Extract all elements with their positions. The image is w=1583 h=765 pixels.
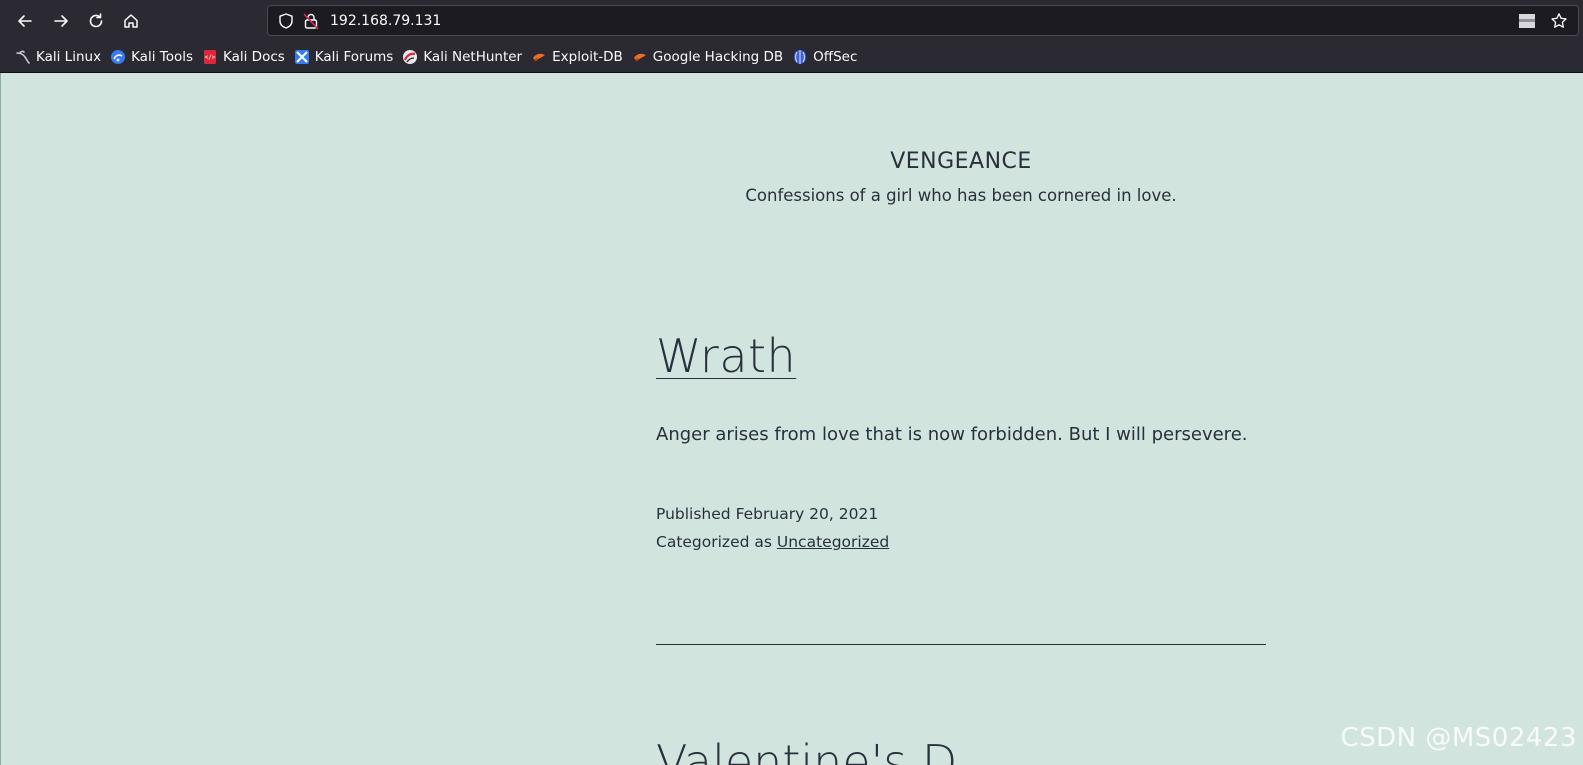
bookmark-offsec[interactable]: OffSec <box>788 45 861 69</box>
browser-chrome: 192.168.79.131 Kali Linux Kali Tools </>… <box>0 0 1583 73</box>
bookmark-kali-forums[interactable]: Kali Forums <box>290 45 398 69</box>
bookmark-exploit-db[interactable]: Exploit-DB <box>527 45 627 69</box>
arrow-left-icon <box>18 15 32 27</box>
offsec-icon <box>794 50 807 64</box>
kali-forums-icon <box>294 50 309 64</box>
url-bar[interactable]: 192.168.79.131 <box>267 5 1579 36</box>
bookmark-kali-tools[interactable]: Kali Tools <box>106 45 197 69</box>
kali-nethunter-icon <box>403 50 418 64</box>
published-prefix: Published <box>656 505 731 523</box>
site-title[interactable]: VENGEANCE <box>1 149 1583 174</box>
next-post-title-link[interactable]: Valentine's D <box>656 735 957 765</box>
svg-text:</>: </> <box>205 54 216 61</box>
bookmark-kali-linux[interactable]: Kali Linux <box>11 45 105 69</box>
tracking-shield-icon[interactable] <box>277 12 295 30</box>
forward-button[interactable] <box>47 7 75 35</box>
bookmark-star-icon[interactable] <box>1550 12 1568 30</box>
post-separator <box>656 644 1266 645</box>
category-prefix: Categorized as <box>656 533 772 551</box>
published-date: February 20, 2021 <box>735 505 879 523</box>
arrow-right-icon <box>54 15 68 27</box>
bookmark-kali-nethunter[interactable]: Kali NetHunter <box>398 45 526 69</box>
reader-view-icon[interactable] <box>1518 13 1536 29</box>
back-button[interactable] <box>11 7 39 35</box>
site-description: Confessions of a girl who has been corne… <box>745 186 1177 205</box>
reload-icon <box>89 13 103 28</box>
bookmark-kali-docs[interactable]: </> Kali Docs <box>198 45 289 69</box>
kali-dragon-icon <box>16 50 30 64</box>
exploit-db-icon <box>533 53 546 62</box>
kali-tools-icon <box>111 50 126 64</box>
post-body: Anger arises from love that is now forbi… <box>656 424 1248 445</box>
post-published: Published February 20, 2021 <box>656 505 878 523</box>
bookmarks-toolbar: Kali Linux Kali Tools </> Kali Docs Kali… <box>0 42 1583 73</box>
watermark: CSDN @MS02423 <box>1340 723 1577 753</box>
post-category: Categorized as Uncategorized <box>656 533 889 551</box>
home-icon <box>124 14 138 28</box>
ghdb-icon <box>633 53 646 62</box>
url-text[interactable]: 192.168.79.131 <box>330 12 441 30</box>
insecure-lock-icon[interactable] <box>303 12 319 30</box>
kali-docs-icon: </> <box>204 50 216 64</box>
post-title-link[interactable]: Wrath <box>656 329 796 383</box>
page-content: VENGEANCE Confessions of a girl who has … <box>0 73 1583 765</box>
home-button[interactable] <box>117 7 145 35</box>
category-link[interactable]: Uncategorized <box>777 533 889 551</box>
navigation-toolbar: 192.168.79.131 <box>0 0 1583 42</box>
reload-button[interactable] <box>82 7 110 35</box>
bookmark-google-hacking-db[interactable]: Google Hacking DB <box>628 45 787 69</box>
